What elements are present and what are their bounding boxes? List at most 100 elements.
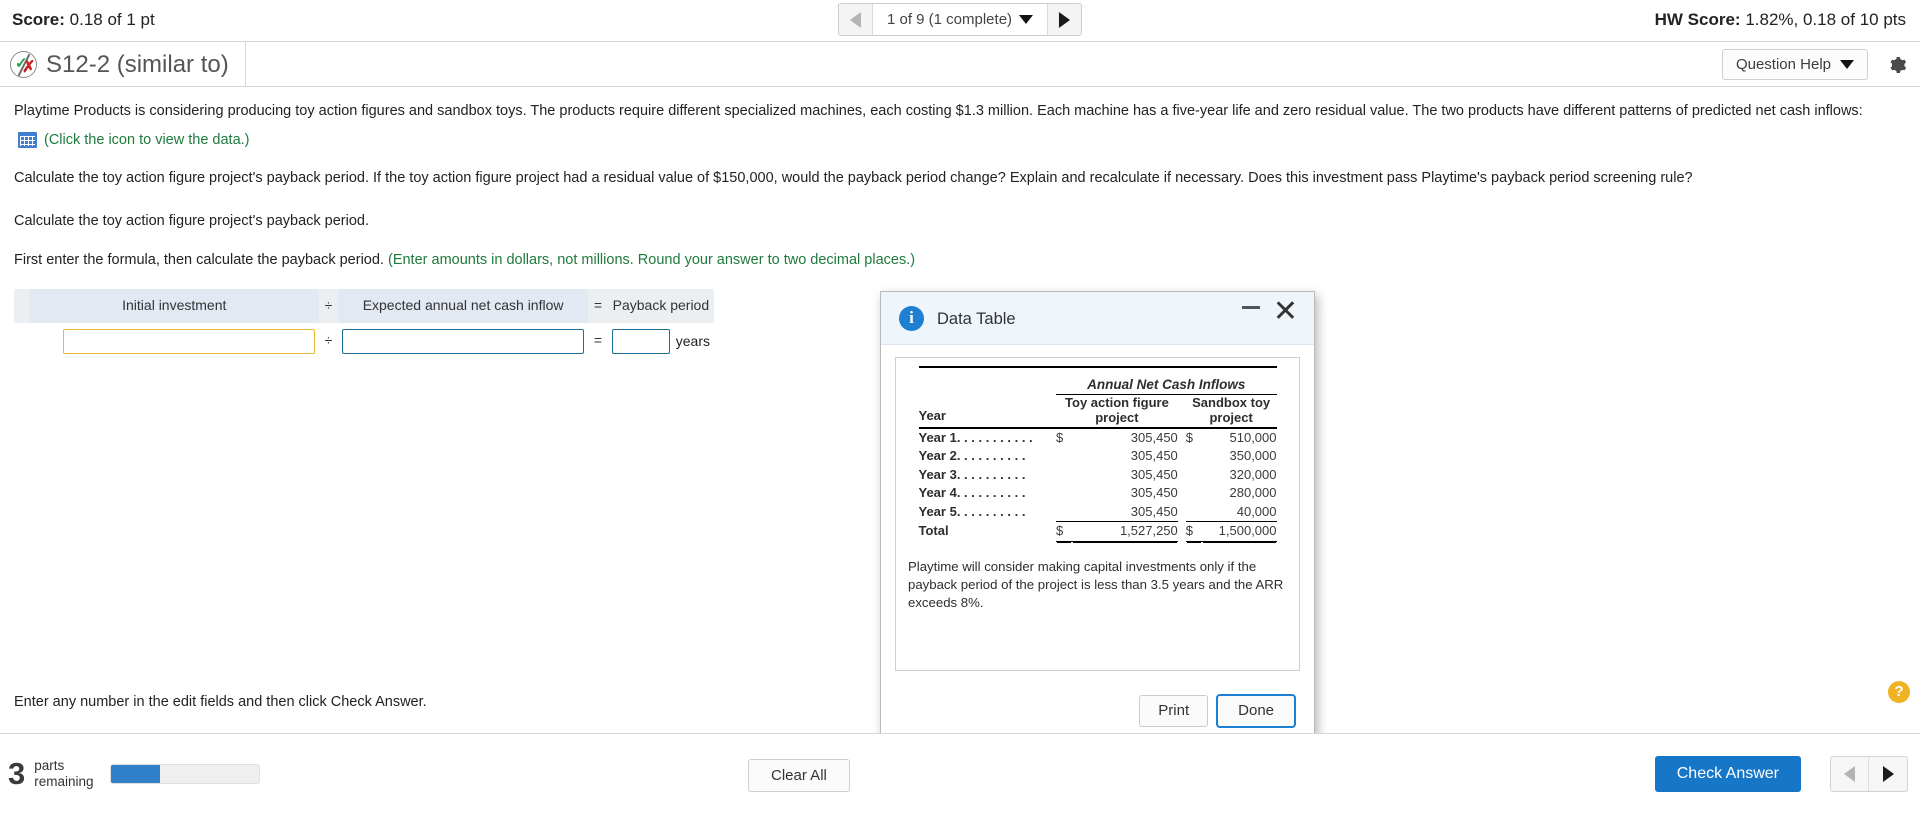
formula-instruction: First enter the formula, then calculate … [14, 250, 1904, 271]
clear-all-button[interactable]: Clear All [748, 759, 850, 792]
initial-investment-cell [30, 323, 319, 360]
value-sandbox-year-3: 320,000 [1229, 466, 1277, 482]
parts-label-line2: remaining [34, 773, 94, 789]
check-answer-button[interactable]: Check Answer [1654, 756, 1801, 792]
value-toy-year-2: 305,450 [1130, 448, 1178, 464]
currency-symbol-toy-1: $ [1056, 429, 1064, 445]
chevron-right-icon [1882, 766, 1894, 782]
row-label-year-2: Year 2. . . . . . . . . . [918, 448, 1026, 464]
parts-remaining-count: 3 [8, 756, 26, 791]
data-table-frame: Annual Net Cash Inflows Year Toy action … [895, 357, 1300, 671]
next-question-button[interactable] [1047, 4, 1082, 35]
question-prompt: Calculate the toy action figure project'… [14, 170, 1693, 187]
row-label-total: Total [918, 523, 949, 539]
currency-symbol-toy-total: $ [1056, 521, 1073, 542]
value-toy-year-1: 305,450 [1130, 429, 1178, 445]
dialog-header: i Data Table ✕ [881, 292, 1314, 345]
score-display: Score: 0.18 of 1 pt [12, 10, 155, 30]
settings-gear-button[interactable] [1884, 53, 1908, 77]
annual-inflow-cell [338, 323, 588, 360]
table-row: Year 4. . . . . . . . . . 305,450 280,00… [919, 484, 1277, 502]
table-row: Year 2. . . . . . . . . . 305,450 350,00… [919, 447, 1277, 465]
close-icon[interactable]: ✕ [1273, 297, 1298, 327]
progress-bar-fill [110, 764, 160, 783]
question-title-group: ✓ ✗ S12-2 (similar to) [10, 42, 246, 87]
column-header-toy-line2: project [1095, 410, 1139, 426]
print-button[interactable]: Print [1139, 695, 1209, 727]
formula-spacer-cell [14, 288, 30, 323]
minimize-button[interactable] [1242, 306, 1260, 309]
pager-prev-button[interactable] [1831, 757, 1869, 791]
payback-formula-table: Initial investment ÷ Expected annual net… [14, 288, 714, 360]
data-table-dialog: i Data Table ✕ Annual Net Cash Inflows Y… [880, 291, 1315, 743]
chevron-left-icon [849, 11, 861, 28]
done-button[interactable]: Done [1216, 694, 1296, 728]
value-sandbox-total: 1,500,000 [1201, 521, 1277, 542]
row-label-year-1: Year 1. . . . . . . . . . . [918, 429, 1033, 445]
bottom-pager[interactable] [1830, 756, 1908, 792]
chevron-down-icon [1019, 15, 1034, 24]
question-navigator[interactable]: 1 of 9 (1 complete) [837, 3, 1083, 36]
question-header-bar: ✓ ✗ S12-2 (similar to) Question Help [0, 42, 1920, 87]
dialog-body: Annual Net Cash Inflows Year Toy action … [881, 345, 1314, 671]
formula-header-initial: Initial investment [29, 288, 319, 323]
currency-symbol-sandbox-1: $ [1185, 429, 1194, 445]
column-header-toy-project: Toy action figure project [1056, 395, 1178, 426]
value-toy-total: 1,527,250 [1072, 521, 1178, 542]
table-row: Year 5. . . . . . . . . . 305,450 40,000 [919, 503, 1277, 522]
subquestion-prompt: Calculate the toy action figure project'… [14, 212, 369, 229]
column-header-sandbox-line1: Sandbox toy [1192, 395, 1271, 411]
table-grid-icon[interactable] [18, 131, 37, 148]
parts-remaining-group: 3 parts remaining [8, 758, 260, 789]
hw-score-display: HW Score: 1.82%, 0.18 of 10 pts [1655, 10, 1906, 30]
question-position-label: 1 of 9 (1 complete) [886, 11, 1013, 28]
table-row: Year 1. . . . . . . . . . . $ 305,450 $ … [919, 428, 1277, 447]
gear-icon [1890, 57, 1907, 73]
years-unit-label: years [675, 332, 710, 349]
row-label-year-4: Year 4. . . . . . . . . . [918, 485, 1026, 501]
table-column-header-row: Year Toy action figure project Sandbox t… [919, 395, 1277, 426]
help-floating-button[interactable]: ? [1888, 681, 1910, 703]
chevron-left-icon [1844, 766, 1855, 782]
question-help-button[interactable]: Question Help [1721, 49, 1868, 80]
problem-statement: Playtime Products is considering produci… [14, 103, 1863, 119]
value-toy-year-3: 305,450 [1130, 466, 1178, 482]
column-header-year: Year [918, 408, 946, 424]
column-header-sandbox-project: Sandbox toy project [1186, 395, 1277, 426]
table-row: Year 3. . . . . . . . . . 305,450 320,00… [919, 466, 1277, 484]
initial-investment-input[interactable] [62, 328, 315, 354]
row-label-year-5: Year 5. . . . . . . . . . [918, 503, 1026, 519]
group-header-annual-net-cash-inflows: Annual Net Cash Inflows [1056, 375, 1277, 396]
column-header-sandbox-line2: project [1209, 410, 1253, 426]
score-value: 0.18 of 1 pt [69, 10, 155, 29]
table-top-rule [918, 366, 1277, 375]
enter-number-hint: Enter any number in the edit fields and … [14, 694, 427, 711]
score-label: Score: [12, 10, 65, 29]
top-score-bar: Score: 0.18 of 1 pt 1 of 9 (1 complete) … [0, 0, 1920, 42]
bottom-action-bar: 3 parts remaining Clear All Check Answer [0, 733, 1920, 832]
data-table-link-row[interactable]: (Click the icon to view the data.) [18, 130, 1906, 151]
question-help-label: Question Help [1735, 56, 1831, 73]
value-sandbox-year-5: 40,000 [1236, 503, 1277, 519]
prev-question-button[interactable] [838, 4, 873, 35]
hw-score-value: 1.82%, 0.18 of 10 pts [1745, 10, 1906, 29]
dialog-title: Data Table [937, 310, 1016, 328]
equals-operator: = [593, 332, 603, 349]
formula-header-row: Initial investment ÷ Expected annual net… [14, 288, 714, 323]
formula-instruction-note: (Enter amounts in dollars, not millions.… [387, 252, 916, 269]
view-data-link[interactable]: (Click the icon to view the data.) [44, 130, 250, 151]
currency-symbol-sandbox-total: $ [1185, 521, 1202, 542]
annual-cash-inflows-table: Annual Net Cash Inflows Year Toy action … [918, 366, 1277, 542]
annual-net-cash-inflow-input[interactable] [342, 328, 585, 354]
formula-input-row: ÷ = years [14, 323, 714, 360]
chevron-down-icon [1840, 60, 1854, 69]
payback-period-input[interactable] [611, 328, 670, 354]
value-toy-year-5: 305,450 [1130, 503, 1178, 519]
divide-operator: ÷ [324, 332, 333, 349]
value-toy-year-4: 305,450 [1130, 485, 1178, 501]
table-total-row: Total $ 1,527,250 $ 1,500,000 [918, 521, 1277, 542]
column-header-toy-line1: Toy action figure [1065, 395, 1169, 411]
question-selector-dropdown[interactable]: 1 of 9 (1 complete) [872, 4, 1048, 35]
payback-period-cell: years [608, 323, 714, 360]
pager-next-button[interactable] [1869, 757, 1907, 791]
